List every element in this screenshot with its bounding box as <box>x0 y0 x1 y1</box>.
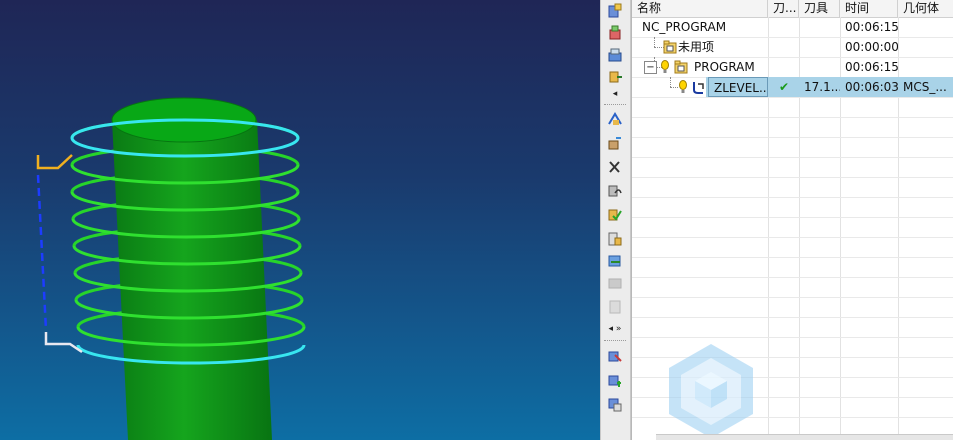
simulate-machine-icon[interactable] <box>606 206 624 224</box>
grid-line <box>632 117 953 118</box>
row-name: PROGRAM <box>694 60 755 74</box>
row-name: NC_PROGRAM <box>642 20 727 34</box>
output-cls-icon[interactable] <box>606 274 624 292</box>
grid-line <box>632 217 953 218</box>
row-time: 00:00:00 <box>845 40 898 54</box>
transform-object-icon[interactable] <box>606 348 624 366</box>
toolbar-expand-chevron[interactable]: ◂ » <box>605 323 625 335</box>
row-name: ZLEVEL... <box>708 77 768 97</box>
create-method-icon[interactable] <box>606 68 624 86</box>
zlevel-operation-icon <box>690 79 706 95</box>
warning-bulb-icon <box>660 59 670 75</box>
warning-bulb-icon <box>678 79 688 95</box>
create-geometry-icon[interactable] <box>606 46 624 64</box>
display-object-icon[interactable] <box>606 372 624 390</box>
shop-doc-icon[interactable] <box>606 252 624 270</box>
column-header-tool[interactable]: 刀具 <box>799 0 840 17</box>
toolbar-separator <box>604 104 626 105</box>
toolbar-separator <box>604 340 626 341</box>
grid-line <box>632 337 953 338</box>
column-header-name[interactable]: 名称 <box>632 0 768 17</box>
column-header-status[interactable]: 刀... <box>768 0 799 17</box>
list-toolpath-icon[interactable] <box>606 158 624 176</box>
grid-line <box>632 97 953 98</box>
grid-line <box>632 177 953 178</box>
generate-toolpath-icon[interactable] <box>606 110 624 128</box>
watermark-logo <box>661 340 761 440</box>
operation-navigator: 名称 刀... 刀具 时间 几何体 NC_PROGRAM 00:06:15 未用… <box>631 0 953 440</box>
grid-line <box>632 157 953 158</box>
table-row[interactable]: − PROGRAM 00:06:15 <box>632 57 953 77</box>
program-folder-icon <box>673 59 689 75</box>
grid-line <box>632 237 953 238</box>
grid-line <box>632 257 953 258</box>
navigator-header: 名称 刀... 刀具 时间 几何体 <box>632 0 953 18</box>
verify-toolpath-icon[interactable] <box>606 182 624 200</box>
grid-line <box>632 137 953 138</box>
table-row[interactable]: ZLEVEL... ✔ 17.1... 00:06:03 MCS_... <box>632 77 953 97</box>
create-program-icon[interactable] <box>606 2 624 20</box>
tree-connector <box>670 87 678 88</box>
postprocess-icon[interactable] <box>606 230 624 248</box>
tree-connector <box>670 77 671 87</box>
row-geometry: MCS_... <box>903 80 947 94</box>
grid-line <box>632 317 953 318</box>
status-ok-icon: ✔ <box>779 80 790 94</box>
row-time: 00:06:03 <box>845 80 898 94</box>
cylinder-part <box>111 97 272 440</box>
column-header-geometry[interactable]: 几何体 <box>898 0 953 17</box>
grid-line <box>632 277 953 278</box>
table-row[interactable]: NC_PROGRAM 00:06:15 <box>632 17 953 37</box>
graphics-viewport[interactable] <box>0 0 600 440</box>
gouge-check-icon[interactable] <box>606 298 624 316</box>
non-cutting-moves <box>36 154 83 354</box>
column-header-time[interactable]: 时间 <box>840 0 898 17</box>
import-tool-icon[interactable] <box>606 396 624 414</box>
toolbar-collapse-chevron[interactable]: ◂ <box>605 88 625 100</box>
navigator-toolbar: ◂ ◂ » <box>600 0 631 440</box>
grid-line <box>632 197 953 198</box>
table-row[interactable]: 未用项 00:00:00 <box>632 37 953 57</box>
create-tool-icon[interactable] <box>606 24 624 42</box>
tree-connector <box>654 37 655 47</box>
replay-toolpath-icon[interactable] <box>606 134 624 152</box>
row-name: 未用项 <box>678 40 715 54</box>
grid-line <box>632 297 953 298</box>
row-time: 00:06:15 <box>845 60 898 74</box>
part-model-view <box>36 97 306 440</box>
horizontal-scrollbar[interactable] <box>656 434 953 440</box>
row-time: 00:06:15 <box>845 20 898 34</box>
row-tool: 17.1... <box>804 80 840 94</box>
